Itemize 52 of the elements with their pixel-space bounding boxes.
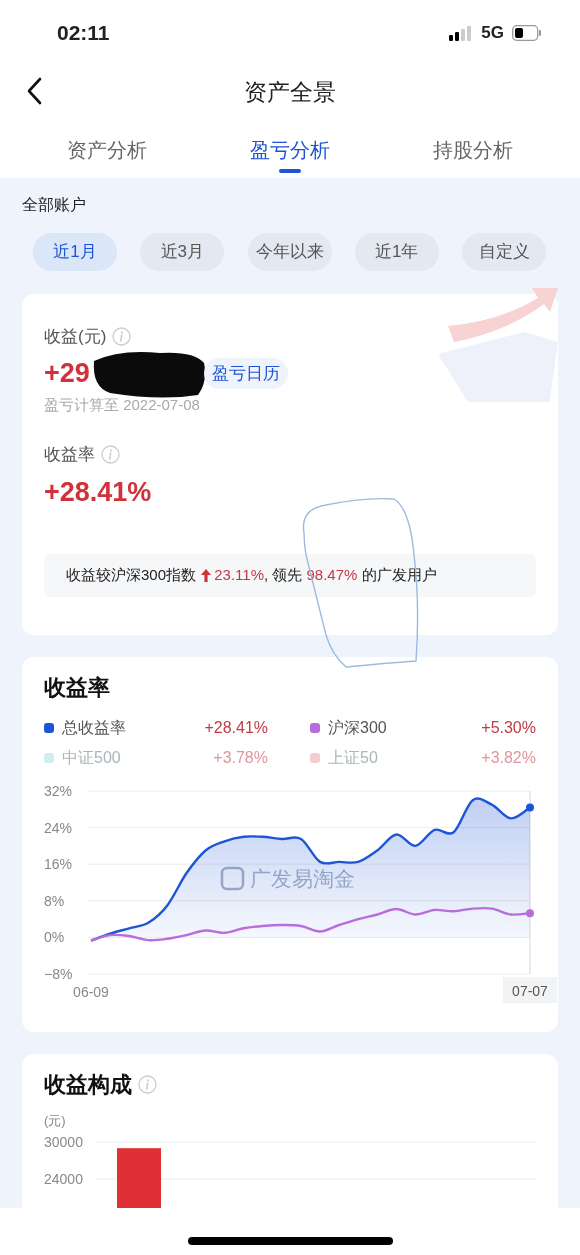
end-point-marker: [526, 803, 534, 812]
legend-label[interactable]: 总收益率: [62, 716, 126, 740]
legend-label[interactable]: 沪深300: [328, 716, 387, 740]
tab[interactable]: 持股分析: [428, 123, 517, 175]
rate-value: +28.41%: [44, 475, 153, 509]
account-label: 全部账户: [22, 195, 87, 215]
profit-label: 收益(元): [44, 326, 107, 348]
time-text: 02:11: [57, 19, 110, 46]
axis-tick-label: 8%: [44, 892, 65, 909]
axis-tick-label: −8%: [44, 966, 73, 982]
legend-value: +5.30%: [481, 718, 536, 738]
info-icon: [112, 327, 132, 347]
axis-tick-label: 32%: [44, 783, 73, 799]
legend-value: +28.41%: [204, 718, 268, 738]
section-title: 收益率: [44, 674, 111, 702]
axis-tick-label: 0%: [44, 929, 65, 946]
legend-value: +3.82%: [481, 748, 536, 768]
info-icon: [101, 445, 120, 465]
period-chip[interactable]: 近1月: [33, 233, 117, 271]
rank-value: 98.47%: [306, 565, 358, 585]
period-chip[interactable]: 近3月: [140, 233, 225, 271]
tab[interactable]: 资产分析: [63, 123, 152, 175]
page-title: 资产全景: [244, 78, 336, 108]
comparison-text: 收益较沪深300指数: [66, 565, 198, 585]
rate-label: 收益率: [44, 444, 95, 466]
back-button[interactable]: [26, 77, 42, 105]
period-chip[interactable]: 今年以来: [247, 233, 332, 271]
tab[interactable]: 盈亏分析: [246, 123, 334, 175]
network-text: 5G: [481, 21, 504, 44]
end-point-marker: [526, 909, 534, 918]
axis-tick-label: 24%: [44, 819, 73, 836]
x-tick-label: 07-07: [512, 983, 549, 999]
profit-value: +29: [44, 357, 90, 391]
axis-tick-label: 30000: [44, 1133, 83, 1150]
change-value: 23.11%: [214, 565, 264, 585]
period-chip[interactable]: 近1年: [354, 233, 439, 271]
comparison-text: 的广发用户: [360, 565, 437, 585]
axis-unit-label: (元): [44, 1112, 67, 1130]
axis-tick-label: 07-07: [503, 977, 557, 1003]
battery-icon: [512, 24, 542, 41]
period-chip[interactable]: 自定义: [462, 233, 546, 271]
up-arrow-icon: [200, 567, 213, 583]
as-of-date: 盈亏计算至 2022-07-08: [44, 394, 201, 415]
legend-value: +3.78%: [213, 748, 268, 768]
comparison-text: , 领先: [263, 565, 304, 585]
signal-icon: [449, 24, 474, 41]
axis-tick-label: 06-09: [73, 984, 109, 1000]
section-title: 收益构成: [44, 1071, 132, 1099]
info-icon: [138, 1075, 157, 1094]
axis-tick-label: 16%: [44, 856, 73, 873]
axis-tick-label: 24000: [44, 1170, 83, 1187]
calendar-button[interactable]: 盈亏日历: [203, 357, 288, 390]
